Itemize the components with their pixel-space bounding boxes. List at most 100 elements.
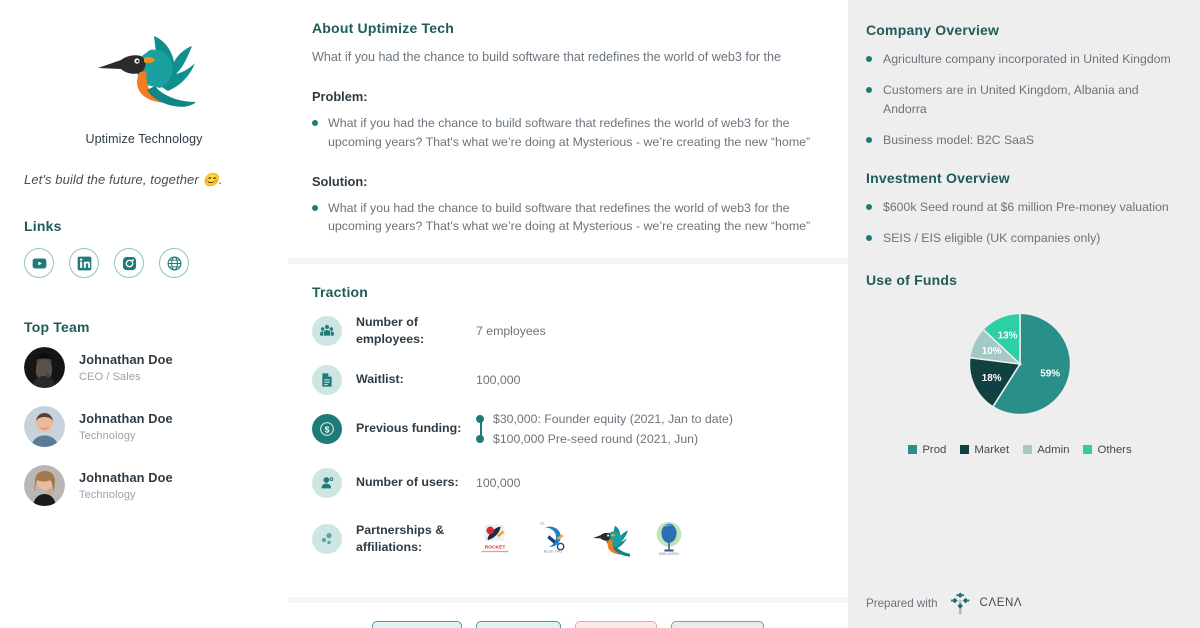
legend-item: Market — [960, 444, 1009, 456]
traction-card: Traction Number of employees: 7 employee… — [288, 264, 848, 597]
link-linkedin[interactable] — [69, 248, 99, 278]
problem-label: Problem: — [312, 88, 368, 104]
list-item-text: SEIS / EIS eligible (UK companies only) — [883, 231, 1101, 246]
traction-row-waitlist: Waitlist: 100,000 — [312, 364, 824, 395]
bullet-dot-icon — [866, 235, 872, 242]
avatar — [24, 465, 65, 506]
main-content: About Uptimize Tech What if you had the … — [288, 0, 848, 628]
team-member[interactable]: Johnathan Doe Technology — [24, 406, 264, 447]
instagram-icon — [122, 256, 136, 270]
employees-label: Number of employees: — [356, 315, 425, 346]
avatar-male-dark-icon — [24, 347, 65, 388]
legend-item: Admin — [1023, 444, 1069, 456]
company-name: Uptimize Technology — [85, 132, 203, 146]
waitlist-label: Waitlist: — [356, 372, 404, 387]
balloon-logo-icon: MIBLUORO — [656, 521, 682, 556]
problem-text: What if you had the chance to build soft… — [328, 115, 811, 149]
team-member[interactable]: Johnathan Doe Technology — [24, 465, 264, 506]
legend-label: Market — [974, 443, 1010, 456]
team-member-role: CEO / Sales — [79, 371, 141, 383]
funding-label: Previous funding: — [356, 421, 462, 436]
legend-item: Prod — [908, 444, 946, 456]
link-instagram[interactable] — [114, 248, 144, 278]
share-button[interactable]: Share — [670, 620, 765, 628]
avatar-male-light-icon — [24, 406, 65, 447]
action-buttons-bar: Messgae Shortlist Decline Share — [288, 602, 848, 628]
list-item: SEIS / EIS eligible (UK companies only) — [866, 229, 1174, 247]
team-member-name: Johnathan Doe — [79, 411, 173, 426]
problem-bullet: What if you had the chance to build soft… — [312, 114, 824, 152]
team-member[interactable]: Johnathan Doe CEO / Sales — [24, 347, 264, 388]
company-tagline: Let's build the future, together 😊. — [24, 172, 223, 187]
traction-row-users: Number of users: 100,000 — [312, 467, 824, 498]
traction-row-funding: $ Previous funding: $30,000: Founder equ… — [312, 412, 824, 446]
list-item-text: Business model: B2C SaaS — [883, 133, 1035, 148]
caena-logo-icon — [950, 592, 970, 615]
partner-logo-rocketteam: ROCKET — [476, 520, 514, 558]
team-member-info: Johnathan Doe Technology — [79, 470, 173, 501]
funding-items: $30,000: Founder equity (2021, Jan to da… — [476, 412, 733, 446]
team-list: Johnathan Doe CEO / Sales Johnathan Doe — [24, 347, 264, 506]
svg-text:ROCKET: ROCKET — [485, 544, 506, 550]
partnership-dots-icon — [312, 523, 342, 554]
list-item: Customers are in United Kingdom, Albania… — [866, 81, 1174, 118]
funding-dot-icon — [476, 414, 484, 423]
bullet-dot-icon — [312, 119, 318, 126]
message-button[interactable]: Messgae — [371, 620, 462, 628]
solution-bullet: What if you had the chance to build soft… — [312, 199, 824, 237]
bullet-dot-icon — [866, 137, 872, 144]
investment-overview-title: Investment Overview — [866, 169, 1010, 186]
shortlist-button[interactable]: Shortlist — [475, 620, 561, 628]
list-item: $600k Seed round at $6 million Pre-money… — [866, 198, 1174, 216]
legend-swatch — [1023, 445, 1033, 455]
link-youtube[interactable] — [24, 248, 54, 278]
pie-slice-label: 10% — [982, 346, 1002, 357]
partner-logos: ROCKET BLUE TAG MIBLUORO — [476, 520, 688, 558]
company-overview-title: Company Overview — [866, 22, 1000, 38]
legend-swatch — [960, 445, 970, 455]
dollar-circle-icon: $ — [312, 413, 342, 444]
link-website[interactable] — [159, 248, 189, 278]
team-member-info: Johnathan Doe CEO / Sales — [79, 352, 173, 383]
pie-chart: 59% 18% 10% 13% — [968, 312, 1072, 415]
chart-legend: Prod Market Admin Others — [866, 444, 1174, 456]
pie-slice-label: 13% — [998, 330, 1018, 341]
company-overview-list: Agriculture company incorporated in Unit… — [866, 50, 1174, 150]
legend-label: Prod — [922, 443, 947, 456]
links-section-title: Links — [24, 218, 62, 234]
about-lead-text: What if you had the chance to build soft… — [312, 50, 782, 64]
employees-value: 7 employees — [476, 324, 546, 338]
funding-item: $100,000 Pre-seed round (2021, Jun) — [476, 432, 733, 446]
legend-item: Others — [1083, 444, 1132, 456]
partnerships-label: Partnerships & affiliations: — [356, 523, 445, 554]
company-logo — [24, 28, 264, 120]
funding-item: $30,000: Founder equity (2021, Jan to da… — [476, 412, 733, 426]
document-icon — [312, 364, 342, 395]
pie-slice-label: 18% — [982, 373, 1002, 384]
bullet-dot-icon — [866, 203, 872, 210]
traction-row-partnerships: Partnerships & affiliations: ROCKET BLUE… — [312, 520, 824, 558]
team-member-name: Johnathan Doe — [79, 352, 173, 367]
company-profile-page: Uptimize Technology Let's build the futu… — [0, 0, 1200, 628]
investment-overview-list: $600k Seed round at $6 million Pre-money… — [866, 198, 1174, 248]
list-item: Agriculture company incorporated in Unit… — [866, 50, 1174, 68]
list-item-text: Customers are in United Kingdom, Albania… — [883, 83, 1139, 116]
linkedin-icon — [77, 256, 91, 270]
bluetag-logo-icon: BLUE TAG — [539, 521, 565, 553]
solution-label: Solution: — [312, 173, 368, 189]
list-item: Business model: B2C SaaS — [866, 131, 1174, 149]
partner-logo-kingfisher — [592, 520, 630, 558]
team-member-name: Johnathan Doe — [79, 470, 173, 485]
about-card: About Uptimize Tech What if you had the … — [288, 0, 848, 259]
avatar — [24, 347, 65, 388]
prepared-with-footer: Prepared with CΛENΛ — [866, 590, 1022, 616]
social-links — [24, 248, 264, 278]
traction-list: Number of employees: 7 employees Waitlis… — [312, 314, 824, 557]
people-group-icon — [312, 316, 342, 346]
decline-button[interactable]: Decline — [574, 620, 657, 628]
avatar-female-icon — [24, 465, 65, 506]
rocketteam-logo-icon: ROCKET — [481, 524, 509, 552]
caena-brand: CΛENΛ — [948, 590, 1023, 616]
legend-swatch — [908, 445, 918, 455]
traction-title: Traction — [312, 284, 369, 301]
